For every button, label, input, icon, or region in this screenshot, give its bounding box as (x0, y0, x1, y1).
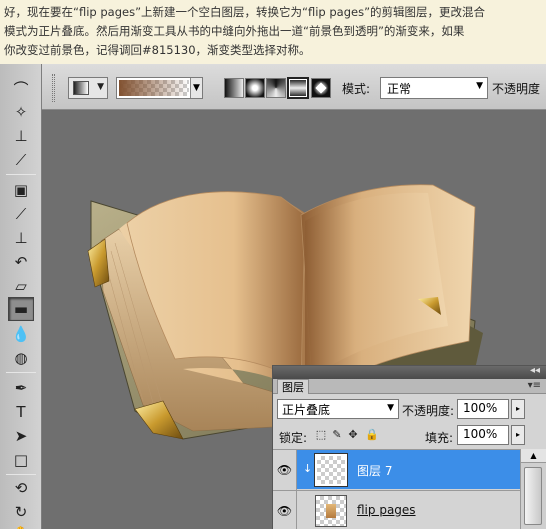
fill-label: 填充: (425, 431, 454, 445)
gradient-preview (119, 80, 189, 96)
lock-transparency-icon[interactable]: ⬚ (315, 429, 327, 441)
3d-rotate-icon[interactable]: ⟲ (8, 476, 34, 500)
layer-thumbnail (314, 453, 348, 487)
eraser-icon[interactable]: ▱ (8, 274, 34, 298)
layers-scrollbar[interactable]: ▲ (520, 449, 546, 529)
healing-brush-icon[interactable]: ▣ (8, 178, 34, 202)
options-bar: ▼ ▼ 模式: 正常 ▼ 不透明度 (0, 64, 546, 110)
tutorial-text: 好，现在要在“flip pages”上新建一个空白图层，转换它为“flip pa… (0, 0, 546, 64)
crop-icon[interactable]: ⊥ (8, 124, 34, 148)
layer-name[interactable]: 图层 7 (357, 462, 392, 479)
brush-icon[interactable]: ⟋ (8, 202, 34, 226)
lasso-icon[interactable]: ⌒ (8, 76, 34, 100)
layer-thumbnail (315, 495, 347, 527)
collapse-icon[interactable]: ◂◂ (530, 365, 540, 376)
lock-position-icon[interactable]: ✥ (347, 429, 359, 441)
toolbox: ⌒ ✧ ⊥ ⟋ ▣ ⟋ ⊥ ↶ ▱ ▬ 💧 ◍ ✒ T ➤ □ ⟲ ↻ ✋ (0, 64, 42, 529)
magic-wand-icon[interactable]: ✧ (8, 100, 34, 124)
mode-select[interactable]: 正常 ▼ (380, 77, 488, 99)
tab-layers[interactable]: 图层 (277, 379, 309, 394)
clipping-mask-icon: ↓ (303, 462, 313, 475)
opacity-label: 不透明度 (492, 82, 541, 96)
gradient-picker[interactable]: ▼ (116, 77, 203, 99)
3d-orbit-icon[interactable]: ↻ (8, 500, 34, 524)
shape-icon[interactable]: □ (8, 448, 34, 472)
lock-image-icon[interactable]: ✎ (331, 429, 343, 441)
dodge-icon[interactable]: ◍ (8, 346, 34, 370)
tool-preset-picker[interactable]: ▼ (68, 77, 108, 99)
blend-mode-select[interactable]: 正片叠底 ▼ (277, 399, 399, 419)
pen-icon[interactable]: ✒ (8, 376, 34, 400)
eye-icon[interactable]: 👁 (273, 450, 297, 490)
layer-row[interactable]: 👁 flip pages (273, 490, 521, 529)
fill-field[interactable]: 100% (457, 425, 509, 445)
panel-tabs: 图层 ▾≡ (273, 379, 546, 394)
opacity-stepper[interactable]: ▸ (511, 399, 525, 419)
chevron-down-icon: ▼ (476, 81, 483, 91)
gradient-tool-icon (73, 81, 89, 95)
tutorial-line-1: 好，现在要在“flip pages”上新建一个空白图层，转换它为“flip pa… (4, 5, 486, 19)
layer-row[interactable]: 👁 ↓ 图层 7 (273, 449, 521, 490)
photoshop-window: ▼ ▼ 模式: 正常 ▼ 不透明度 ⌒ ✧ ⊥ ⟋ ▣ ⟋ ⊥ ↶ ▱ ▬ 💧 … (0, 64, 546, 529)
tutorial-line-3: 你改变过前景色，记得调回#815130，渐变类型选择对称。 (4, 43, 311, 57)
fill-stepper[interactable]: ▸ (511, 425, 525, 445)
radial-gradient-button[interactable] (245, 78, 265, 98)
toolbox-divider (6, 174, 36, 175)
clone-stamp-icon[interactable]: ⊥ (8, 226, 34, 250)
linear-gradient-button[interactable] (224, 78, 244, 98)
diamond-gradient-button[interactable] (311, 78, 331, 98)
path-selection-icon[interactable]: ➤ (8, 424, 34, 448)
chevron-down-icon: ▼ (387, 403, 394, 413)
options-bar-grip[interactable] (52, 74, 55, 102)
scroll-thumb[interactable] (524, 467, 542, 525)
angle-gradient-button[interactable] (266, 78, 286, 98)
lock-all-icon[interactable]: 🔒 (365, 429, 379, 441)
eye-icon[interactable]: 👁 (273, 491, 297, 529)
mode-value: 正常 (387, 82, 412, 96)
hand-icon[interactable]: ✋ (8, 522, 34, 529)
gradient-icon[interactable]: ▬ (8, 297, 34, 321)
mode-label: 模式: (342, 82, 371, 96)
blur-icon[interactable]: 💧 (8, 322, 34, 346)
eyedropper-icon[interactable]: ⟋ (8, 148, 34, 172)
opacity-label: 不透明度: (402, 404, 455, 418)
panel-menu-icon[interactable]: ▾≡ (528, 380, 541, 391)
type-icon[interactable]: T (8, 400, 34, 424)
lock-label: 锁定: (279, 431, 308, 445)
layers-panel: ◂◂ 图层 ▾≡ 正片叠底 ▼ 不透明度: 100% ▸ 锁定: ⬚ ✎ ✥ 🔒… (272, 365, 546, 529)
layer-name[interactable]: flip pages (357, 503, 416, 517)
blend-mode-value: 正片叠底 (282, 403, 331, 417)
toolbox-divider (6, 372, 36, 373)
history-brush-icon[interactable]: ↶ (8, 250, 34, 274)
scroll-up-icon[interactable]: ▲ (521, 449, 546, 463)
toolbox-divider (6, 474, 36, 475)
reflected-gradient-button[interactable] (287, 77, 309, 99)
chevron-down-icon: ▼ (97, 82, 104, 92)
panel-title-strip[interactable]: ◂◂ (273, 365, 546, 379)
opacity-field[interactable]: 100% (457, 399, 509, 419)
tutorial-line-2: 模式为正片叠底。然后用渐变工具从书的中缝向外拖出一道“前景色到透明”的渐变来，如… (4, 24, 465, 38)
chevron-down-icon[interactable]: ▼ (190, 78, 202, 98)
